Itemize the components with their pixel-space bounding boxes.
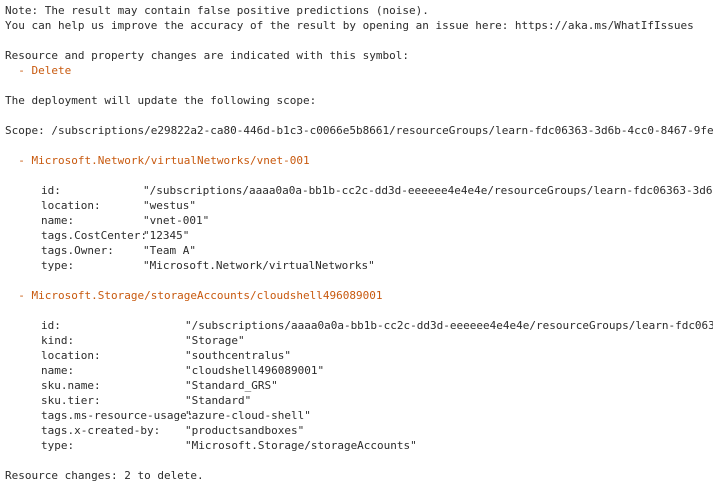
note-line: Note: The result may contain false posit… bbox=[5, 4, 429, 17]
legend-heading: Resource and property changes are indica… bbox=[5, 49, 409, 62]
property-value: "Standard_GRS" bbox=[185, 379, 278, 392]
property-value: "Microsoft.Storage/storageAccounts" bbox=[185, 439, 417, 452]
terminal-output: Note: The result may contain false posit… bbox=[0, 0, 713, 487]
property-value: "/subscriptions/aaaa0a0a-bb1b-cc2c-dd3d-… bbox=[143, 184, 713, 197]
scope-intro: The deployment will update the following… bbox=[5, 94, 317, 107]
property-value: "Microsoft.Network/virtualNetworks" bbox=[143, 259, 375, 272]
property-value: "Team A" bbox=[143, 244, 196, 257]
property-value: "Storage" bbox=[185, 334, 245, 347]
summary-line: Resource changes: 2 to delete. bbox=[5, 469, 204, 482]
property-value: "azure-cloud-shell" bbox=[185, 409, 311, 422]
property-value: "cloudshell496089001" bbox=[185, 364, 325, 377]
legend-delete: - Delete bbox=[5, 64, 72, 77]
property-value: "productsandboxes" bbox=[185, 424, 305, 437]
scope-line: Scope: /subscriptions/e29822a2-ca80-446d… bbox=[5, 124, 713, 137]
resource-header-storage: - Microsoft.Storage/storageAccounts/clou… bbox=[5, 289, 383, 302]
help-line: You can help us improve the accuracy of … bbox=[5, 19, 694, 32]
resource-header-vnet: - Microsoft.Network/virtualNetworks/vnet… bbox=[5, 154, 310, 167]
property-value: "southcentralus" bbox=[185, 349, 291, 362]
property-value: "/subscriptions/aaaa0a0a-bb1b-cc2c-dd3d-… bbox=[185, 319, 713, 332]
property-value: "Standard" bbox=[185, 394, 252, 407]
property-value: "westus" bbox=[143, 199, 196, 212]
property-value: "vnet-001" bbox=[143, 214, 210, 227]
property-value: "12345" bbox=[143, 229, 190, 242]
